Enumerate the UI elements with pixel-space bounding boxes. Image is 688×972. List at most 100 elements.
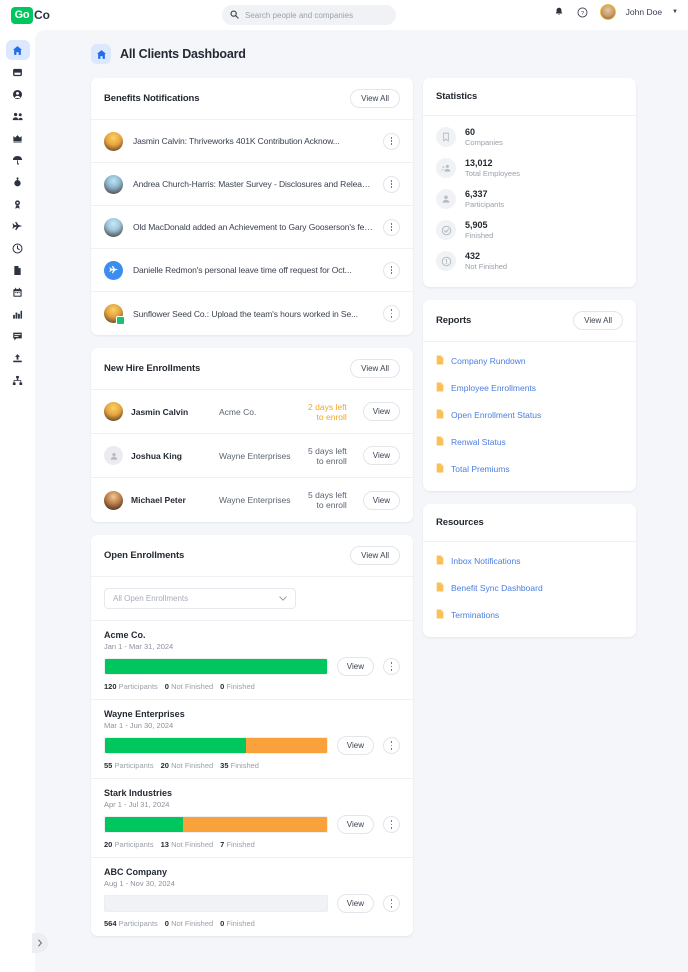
sidebar-item-uploads[interactable] <box>6 348 30 368</box>
list-item[interactable]: Inbox Notifications <box>436 552 623 570</box>
more-options-button[interactable] <box>383 219 400 236</box>
not-finished-segment <box>183 817 327 832</box>
view-button[interactable]: View <box>337 815 374 834</box>
view-button[interactable]: View <box>337 894 374 913</box>
sidebar-item-awards[interactable] <box>6 194 30 214</box>
more-options-button[interactable] <box>383 305 400 322</box>
view-button[interactable]: View <box>363 491 400 510</box>
report-link[interactable]: Total Premiums <box>451 464 510 474</box>
company-name: ABC Company <box>104 867 400 877</box>
more-options-button[interactable] <box>383 262 400 279</box>
sidebar-item-documents[interactable] <box>6 260 30 280</box>
document-icon <box>436 552 444 570</box>
people-icon <box>12 111 24 122</box>
participants-count: 120 <box>104 682 117 691</box>
hire-deadline: 5 days left to enroll <box>301 446 355 466</box>
view-button[interactable]: View <box>337 736 374 755</box>
table-row[interactable]: Jasmin Calvin Acme Co. 2 days left to en… <box>91 390 413 434</box>
resource-link[interactable]: Inbox Notifications <box>451 556 520 566</box>
list-item[interactable]: Danielle Redmon's personal leave time of… <box>91 249 413 292</box>
list-item[interactable]: Jasmin Calvin: Thriveworks 401K Contribu… <box>91 120 413 163</box>
view-button[interactable]: View <box>363 446 400 465</box>
hire-deadline: 2 days left to enroll <box>301 402 355 422</box>
table-row[interactable]: Michael Peter Wayne Enterprises 5 days l… <box>91 478 413 522</box>
sidebar-item-profile[interactable] <box>6 84 30 104</box>
report-link[interactable]: Company Rundown <box>451 356 526 366</box>
chevron-down-icon[interactable]: ▼ <box>672 9 678 15</box>
list-item[interactable]: Andrea Church-Harris: Master Survey - Di… <box>91 163 413 206</box>
sidebar-item-reports[interactable] <box>6 304 30 324</box>
info-circle-icon <box>436 251 456 271</box>
list-item[interactable]: Company Rundown <box>436 352 623 370</box>
finished-segment <box>105 817 183 832</box>
report-link[interactable]: Renwal Status <box>451 437 506 447</box>
card-title: Reports <box>436 315 471 326</box>
list-item[interactable]: Renwal Status <box>436 433 623 451</box>
sidebar-item-performance[interactable] <box>6 128 30 148</box>
not-finished-label: Not Finished <box>171 840 213 849</box>
report-link[interactable]: Open Enrollment Status <box>451 410 541 420</box>
list-item[interactable]: Sunflower Seed Co.: Upload the team's ho… <box>91 292 413 335</box>
finished-segment <box>105 738 246 753</box>
report-link[interactable]: Employee Enrollments <box>451 383 536 393</box>
view-all-button[interactable]: View All <box>350 89 400 108</box>
not-finished-label: Not Finished <box>171 761 213 770</box>
search-input[interactable]: Search people and companies <box>222 5 396 25</box>
open-enrollments-filter-select[interactable]: All Open Enrollments <box>104 588 296 609</box>
view-all-button[interactable]: View All <box>573 311 623 330</box>
list-item[interactable]: Old MacDonald added an Achievement to Ga… <box>91 206 413 249</box>
list-item[interactable]: Total Premiums <box>436 460 623 478</box>
list-item[interactable]: Employee Enrollments <box>436 379 623 397</box>
upload-icon <box>12 353 23 364</box>
sidebar-item-inbox[interactable] <box>6 62 30 82</box>
list-item: 432 Not Finished <box>436 251 623 271</box>
more-options-button[interactable] <box>383 895 400 912</box>
notification-text: Danielle Redmon's personal leave time of… <box>133 265 373 275</box>
sidebar-item-org-chart[interactable] <box>6 370 30 390</box>
resource-link[interactable]: Terminations <box>451 610 499 620</box>
list-item: 60 Companies <box>436 127 623 147</box>
table-row: ABC Company Aug 1 - Nov 30, 2024 View 56… <box>91 858 413 936</box>
list-item[interactable]: Open Enrollment Status <box>436 406 623 424</box>
card-title: Open Enrollments <box>104 550 184 561</box>
view-all-button[interactable]: View All <box>350 359 400 378</box>
list-item[interactable]: Benefit Sync Dashboard <box>436 579 623 597</box>
help-circle-icon[interactable]: ? <box>576 5 590 19</box>
filter-value: All Open Enrollments <box>113 594 188 603</box>
view-all-button[interactable]: View All <box>350 546 400 565</box>
not-finished-count: 0 <box>165 682 169 691</box>
more-options-button[interactable] <box>383 176 400 193</box>
stat-label: Companies <box>465 138 503 147</box>
sidebar-item-team[interactable] <box>6 106 30 126</box>
date-range: Apr 1 - Jul 31, 2024 <box>104 800 400 809</box>
avatar[interactable] <box>600 4 616 20</box>
left-sidebar <box>0 30 35 972</box>
sidebar-item-payroll[interactable] <box>6 172 30 192</box>
bell-icon[interactable] <box>552 5 566 19</box>
table-row: Acme Co. Jan 1 - Mar 31, 2024 View 120 P… <box>91 621 413 700</box>
page-header: All Clients Dashboard <box>35 30 688 64</box>
more-options-button[interactable] <box>383 737 400 754</box>
resource-link[interactable]: Benefit Sync Dashboard <box>451 583 543 593</box>
view-button[interactable]: View <box>363 402 400 421</box>
top-right-actions: ? John Doe ▼ <box>552 4 678 20</box>
sidebar-item-insurance[interactable] <box>6 150 30 170</box>
sidebar-item-calendar[interactable] <box>6 282 30 302</box>
sidebar-item-time-tracking[interactable] <box>6 238 30 258</box>
check-circle-icon <box>436 220 456 240</box>
more-options-button[interactable] <box>383 816 400 833</box>
more-options-button[interactable] <box>383 133 400 150</box>
finished-label: Finished <box>226 840 254 849</box>
sidebar-item-messages[interactable] <box>6 326 30 346</box>
sidebar-item-home[interactable] <box>6 40 30 60</box>
more-options-button[interactable] <box>383 658 400 675</box>
sidebar-item-time-off[interactable] <box>6 216 30 236</box>
card-header: Reports View All <box>423 300 636 342</box>
view-button[interactable]: View <box>337 657 374 676</box>
list-item[interactable]: Terminations <box>436 606 623 624</box>
svg-text:?: ? <box>581 10 584 16</box>
table-row[interactable]: Joshua King Wayne Enterprises 5 days lef… <box>91 434 413 478</box>
people-icon <box>436 158 456 178</box>
home-badge <box>91 44 111 64</box>
goco-logo[interactable]: Go Co <box>11 7 50 24</box>
